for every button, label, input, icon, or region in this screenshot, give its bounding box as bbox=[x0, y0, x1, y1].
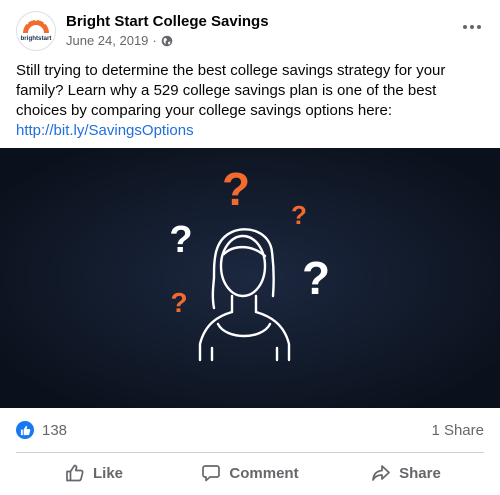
question-mark-white-left: ? bbox=[169, 219, 192, 261]
comment-button[interactable]: Comment bbox=[172, 456, 328, 490]
post-text: Still trying to determine the best colle… bbox=[16, 61, 484, 141]
thumbs-up-icon bbox=[65, 463, 85, 483]
question-mark-white-right: ? bbox=[302, 252, 330, 304]
comment-icon bbox=[201, 463, 221, 483]
share-count[interactable]: 1 Share bbox=[431, 422, 484, 439]
like-label: Like bbox=[92, 464, 123, 482]
action-bar: Like Comment Share bbox=[16, 456, 484, 490]
like-count[interactable]: 138 bbox=[42, 422, 67, 439]
page-name-link[interactable]: Bright Start College Savings bbox=[66, 13, 269, 30]
post-image[interactable]: ? ? ? ? ? bbox=[0, 148, 500, 408]
post-link[interactable]: http://bit.ly/SavingsOptions bbox=[16, 122, 194, 139]
avatar-logo-text: brightstart bbox=[21, 35, 52, 42]
post-body: Still trying to determine the best colle… bbox=[16, 62, 446, 119]
reaction-stats: 138 1 Share bbox=[16, 420, 484, 442]
like-reaction-icon[interactable] bbox=[16, 421, 34, 439]
globe-icon bbox=[161, 35, 173, 47]
comment-label: Comment bbox=[229, 464, 299, 482]
question-mark-orange-left: ? bbox=[170, 287, 187, 318]
post-meta: June 24, 2019 · bbox=[66, 33, 173, 48]
share-arrow-icon bbox=[371, 463, 391, 483]
share-label: Share bbox=[399, 464, 441, 482]
meta-separator: · bbox=[152, 33, 157, 48]
more-options-icon[interactable] bbox=[460, 19, 484, 35]
question-mark-orange-right: ? bbox=[291, 200, 307, 230]
post-header: brightstart Bright Start College Savings… bbox=[16, 11, 484, 51]
page-avatar[interactable]: brightstart bbox=[16, 11, 56, 51]
post-date[interactable]: June 24, 2019 bbox=[66, 33, 148, 48]
question-mark-orange-top: ? bbox=[222, 163, 250, 215]
divider bbox=[16, 452, 484, 453]
like-button[interactable]: Like bbox=[16, 456, 172, 490]
share-button[interactable]: Share bbox=[328, 456, 484, 490]
